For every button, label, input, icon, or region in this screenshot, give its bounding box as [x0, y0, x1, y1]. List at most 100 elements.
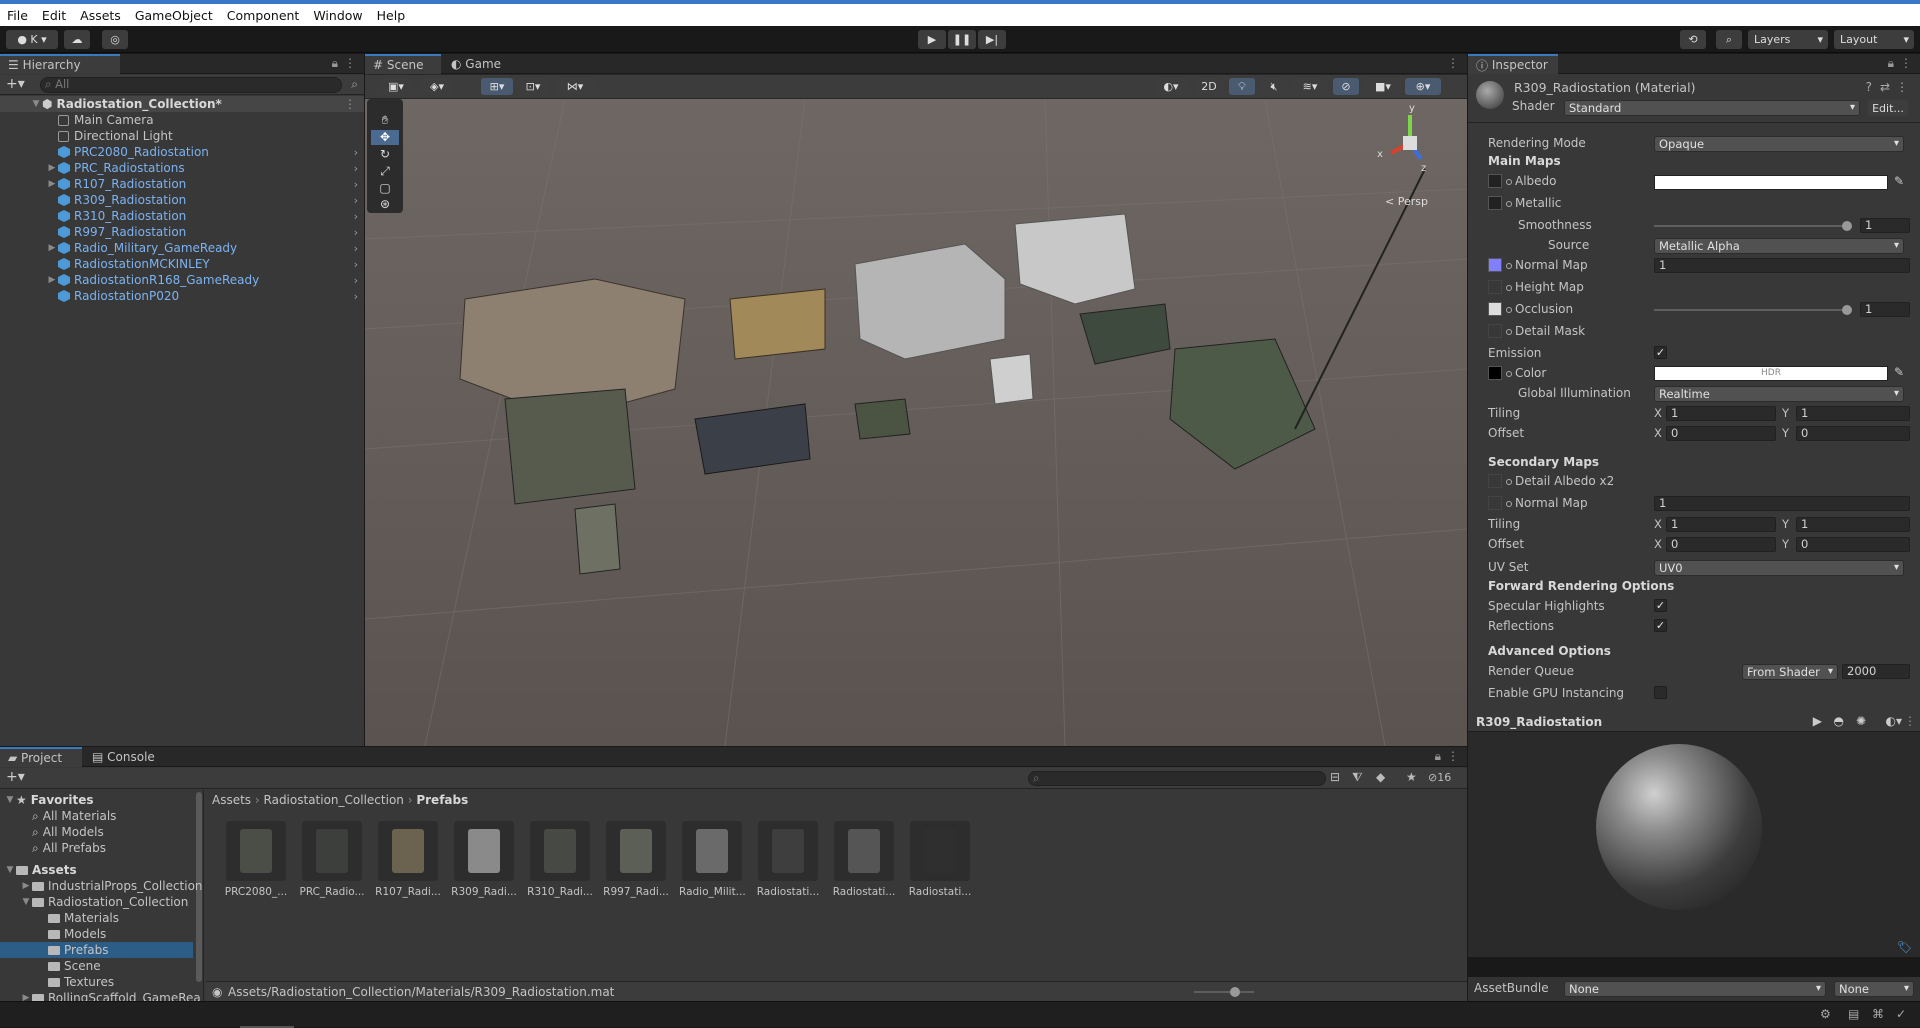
favorite-star-icon[interactable]: ★: [1406, 770, 1417, 784]
tab-hierarchy[interactable]: ☰ Hierarchy: [0, 54, 120, 74]
perspective-label[interactable]: < Persp: [1385, 195, 1428, 208]
transform-tool[interactable]: ⊛: [371, 197, 399, 212]
open-prefab-chevron-icon[interactable]: ›: [354, 258, 358, 271]
open-prefab-chevron-icon[interactable]: ›: [354, 146, 358, 159]
favorites-item[interactable]: ⌕ All Prefabs: [0, 840, 203, 856]
camera-button[interactable]: ■▾: [1365, 78, 1401, 95]
tab-console[interactable]: ▤ Console: [84, 747, 166, 767]
play-icon[interactable]: ▶: [1813, 714, 1822, 728]
open-prefab-chevron-icon[interactable]: ›: [354, 226, 358, 239]
preset-icon[interactable]: ⇄: [1880, 80, 1890, 94]
account-button[interactable]: ● K ▾: [6, 30, 58, 49]
eyedropper-icon[interactable]: ✎: [1894, 174, 1904, 188]
shading-mode-button[interactable]: ◐▾: [1155, 78, 1187, 95]
preview-light-icon[interactable]: ✺: [1856, 714, 1866, 728]
history-button[interactable]: ⟲: [1680, 30, 1706, 49]
hierarchy-item[interactable]: R997_Radiostation ›: [0, 224, 364, 240]
hierarchy-item[interactable]: Main Camera: [0, 112, 364, 128]
detail-normal-value-field[interactable]: 1: [1654, 496, 1910, 511]
collapsed-arrow-icon[interactable]: ▶: [46, 243, 58, 253]
offset2-y-field[interactable]: 0: [1796, 537, 1910, 552]
metallic-texture-slot[interactable]: [1488, 196, 1502, 210]
tiling-y-field[interactable]: 1: [1796, 406, 1910, 421]
collapsed-arrow-icon[interactable]: ▶: [46, 275, 58, 285]
layout-dropdown[interactable]: Layout ▾: [1834, 30, 1914, 49]
occlusion-value-field[interactable]: 1: [1860, 302, 1910, 317]
scale-tool[interactable]: ⤢: [371, 164, 399, 179]
offset-y-field[interactable]: 0: [1796, 426, 1910, 441]
folder-tree-item[interactable]: Textures: [0, 974, 203, 990]
assets-root-row[interactable]: ▼ Assets: [0, 862, 203, 878]
menu-assets[interactable]: Assets: [73, 8, 128, 23]
render-queue-mode-dropdown[interactable]: From Shader: [1742, 664, 1838, 680]
effects-toggle[interactable]: ≋▾: [1293, 78, 1327, 95]
increment-snap-button[interactable]: ⋈▾: [555, 78, 595, 95]
lock-icon[interactable]: 🔒︎: [1888, 56, 1894, 71]
folder-tree-item[interactable]: ▶ IndustrialProps_Collection: [0, 878, 203, 894]
detail-mask-slot[interactable]: [1488, 324, 1502, 338]
lock-icon[interactable]: 🔒︎: [332, 56, 338, 71]
filter-icon[interactable]: ⌕: [351, 77, 358, 92]
albedo-texture-slot[interactable]: [1488, 174, 1502, 188]
favorites-item[interactable]: ⌕ All Models: [0, 824, 203, 840]
hierarchy-item[interactable]: ▶ RadiostationR168_GameReady ›: [0, 272, 364, 288]
tab-scene[interactable]: # Scene: [365, 54, 441, 74]
menu-component[interactable]: Component: [220, 8, 307, 23]
draw-mode-button[interactable]: ▣▾: [381, 78, 411, 95]
offset-x-field[interactable]: 0: [1666, 426, 1776, 441]
orientation-gizmo[interactable]: y x z: [1365, 103, 1455, 203]
lighting-toggle[interactable]: 💡︎: [1229, 78, 1255, 95]
open-prefab-chevron-icon[interactable]: ›: [354, 210, 358, 223]
menu-file[interactable]: File: [0, 8, 35, 23]
emission-texture-slot[interactable]: [1488, 366, 1502, 380]
folder-tree-item[interactable]: Scene: [0, 958, 203, 974]
material-preview-sphere[interactable]: [1596, 744, 1762, 910]
grid-button[interactable]: ⊡▾: [517, 78, 549, 95]
detail-albedo-slot[interactable]: [1488, 474, 1502, 488]
open-prefab-chevron-icon[interactable]: ›: [354, 290, 358, 303]
hierarchy-item[interactable]: Directional Light: [0, 128, 364, 144]
collab-button[interactable]: ◎: [102, 30, 128, 49]
menu-help[interactable]: Help: [370, 8, 413, 23]
prefab-thumbnail[interactable]: [834, 821, 894, 881]
hierarchy-item[interactable]: R310_Radiostation ›: [0, 208, 364, 224]
debug-icon[interactable]: ⚙: [1820, 1007, 1831, 1021]
hierarchy-item[interactable]: R309_Radiostation ›: [0, 192, 364, 208]
layers-dropdown[interactable]: Layers ▾: [1748, 30, 1828, 49]
cloud-button[interactable]: ☁: [64, 30, 90, 49]
detail-normal-slot[interactable]: [1488, 496, 1502, 510]
more-menu-icon[interactable]: ⋮: [1904, 714, 1916, 728]
hidden-packages-toggle[interactable]: ⊘16: [1428, 771, 1451, 784]
hierarchy-item[interactable]: ▶ R107_Radiostation ›: [0, 176, 364, 192]
play-button[interactable]: ▶: [918, 30, 946, 49]
expanded-arrow-icon[interactable]: ▼: [20, 897, 32, 907]
grid-snap-button[interactable]: ⊞▾: [481, 78, 513, 95]
prefab-thumbnail[interactable]: [454, 821, 514, 881]
rendering-mode-dropdown[interactable]: Opaque: [1654, 136, 1904, 152]
expanded-arrow-icon[interactable]: ▼: [4, 865, 16, 875]
gpu-instancing-checkbox[interactable]: [1654, 686, 1667, 699]
albedo-color-field[interactable]: [1654, 175, 1888, 190]
hierarchy-item[interactable]: RadiostationMCKINLEY ›: [0, 256, 364, 272]
expanded-arrow-icon[interactable]: ▼: [4, 795, 16, 805]
emission-checkbox[interactable]: ✓: [1654, 346, 1667, 359]
folder-tree-item[interactable]: Materials: [0, 910, 203, 926]
prefab-thumbnail[interactable]: [378, 821, 438, 881]
label-icon[interactable]: ◆: [1376, 770, 1385, 784]
search-by-type-icon[interactable]: ⊟: [1330, 770, 1340, 784]
open-prefab-chevron-icon[interactable]: ›: [354, 242, 358, 255]
move-tool[interactable]: ✥: [371, 130, 399, 145]
tab-project[interactable]: ▰ Project: [0, 747, 82, 767]
cache-icon[interactable]: ▤: [1848, 1007, 1859, 1021]
hand-tool[interactable]: ✋︎: [371, 113, 399, 128]
open-prefab-chevron-icon[interactable]: ›: [354, 162, 358, 175]
collapsed-arrow-icon[interactable]: ▶: [46, 163, 58, 173]
help-icon[interactable]: ?: [1866, 80, 1872, 94]
scene-root-row[interactable]: ▼ ⬢ Radiostation_Collection* ⋮: [0, 96, 364, 112]
collapsed-arrow-icon[interactable]: ▶: [20, 993, 32, 1001]
favorites-item[interactable]: ⌕ All Materials: [0, 808, 203, 824]
hierarchy-item[interactable]: ▶ PRC_Radiostations ›: [0, 160, 364, 176]
add-icon[interactable]: +▾: [6, 76, 25, 92]
folder-tree-item[interactable]: Models: [0, 926, 203, 942]
tiling-x-field[interactable]: 1: [1666, 406, 1776, 421]
